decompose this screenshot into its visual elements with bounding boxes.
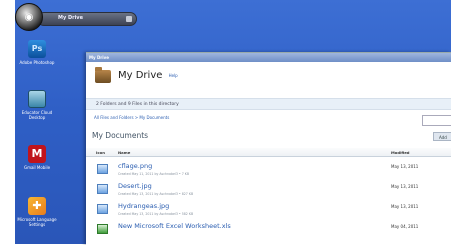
breadcrumb[interactable]: All Files and Folders > My Documents xyxy=(94,115,169,120)
image-file-icon xyxy=(97,184,108,194)
help-link[interactable]: Help xyxy=(169,73,178,78)
desktop-icon-label: Educator Cloud Desktop xyxy=(21,110,53,120)
file-name-link[interactable]: New Microsoft Excel Worksheet.xls xyxy=(118,222,231,230)
desktop-icon-drive[interactable]: Educator Cloud Desktop xyxy=(15,90,59,120)
column-icon[interactable]: Icon xyxy=(96,150,105,155)
file-modified: May 13, 2011 xyxy=(391,204,419,209)
page-title: My Drive Help xyxy=(118,70,178,81)
image-file-icon xyxy=(97,164,108,174)
page-title-text: My Drive xyxy=(118,70,163,81)
table-row[interactable]: New Microsoft Excel Worksheet.xls May 04… xyxy=(86,220,451,241)
file-name-link[interactable]: cflage.png xyxy=(118,162,152,170)
excel-file-icon xyxy=(97,224,108,234)
directory-info: 2 Folders and 9 Files in this directory xyxy=(86,98,451,110)
desktop-icon-photoshop[interactable]: Ps Adobe Photoshop xyxy=(15,40,59,65)
file-meta: Created May 11, 2011 by Aschnabel3 • 7 K… xyxy=(118,172,190,176)
file-modified: May 13, 2011 xyxy=(391,164,419,169)
my-drive-window: My Drive My Drive Help 2 Folders and 9 F… xyxy=(86,52,451,245)
table-row[interactable]: Desert.jpg Created May 13, 2011 by Aschn… xyxy=(86,180,451,201)
file-meta: Created May 13, 2011 by Aschnabel3 • 582… xyxy=(118,212,194,216)
add-button[interactable]: Add xyxy=(433,132,451,141)
desktop-icon-label: Microsoft Language Settings xyxy=(17,217,57,227)
start-orb-icon[interactable]: ◉ xyxy=(15,3,43,31)
drive-icon xyxy=(28,90,46,108)
puzzle-icon: ✚ xyxy=(28,197,46,215)
file-name-link[interactable]: Hydrangeas.jpg xyxy=(118,202,169,210)
file-modified: May 04, 2011 xyxy=(391,224,419,229)
file-name-link[interactable]: Desert.jpg xyxy=(118,182,152,190)
desktop-icon-label: Gmail Mobile xyxy=(23,165,51,170)
photoshop-icon: Ps xyxy=(28,40,46,58)
search-input[interactable] xyxy=(422,115,451,126)
desktop-icon-language[interactable]: ✚ Microsoft Language Settings xyxy=(15,197,59,227)
file-modified: May 13, 2011 xyxy=(391,184,419,189)
file-meta: Created May 13, 2011 by Aschnabel3 • 827… xyxy=(118,192,194,196)
image-file-icon xyxy=(97,204,108,214)
window-titlebar[interactable]: My Drive xyxy=(86,53,451,62)
m-icon: M xyxy=(28,145,46,163)
section-title: My Documents xyxy=(92,131,149,140)
folder-icon xyxy=(95,67,111,83)
taskbar-title: My Drive xyxy=(58,15,83,21)
desktop-icon-label: Adobe Photoshop xyxy=(19,60,55,65)
table-row[interactable]: Hydrangeas.jpg Created May 13, 2011 by A… xyxy=(86,200,451,221)
window-header: My Drive Help xyxy=(86,62,451,88)
table-row[interactable]: cflage.png Created May 11, 2011 by Aschn… xyxy=(86,160,451,181)
taskbar-pill[interactable]: My Drive xyxy=(37,12,137,26)
column-modified[interactable]: Modified xyxy=(391,150,410,155)
column-name[interactable]: Name xyxy=(118,150,130,155)
table-header: Icon Name Modified xyxy=(86,148,451,157)
desktop-icon-mobile[interactable]: M Gmail Mobile xyxy=(15,145,59,170)
taskbar-close-button[interactable] xyxy=(126,16,132,22)
